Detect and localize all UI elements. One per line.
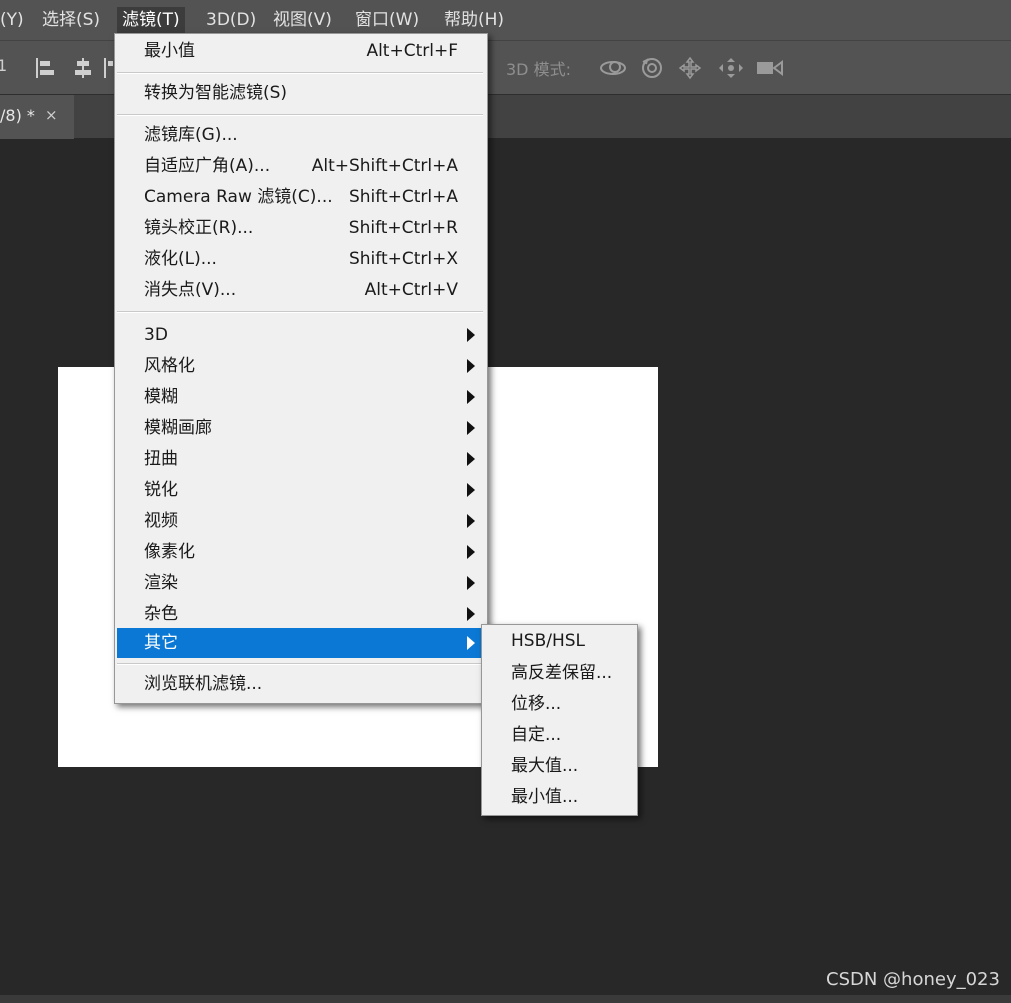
watermark-text: CSDN @honey_023 [826,969,1000,990]
submenu-item-minimum[interactable]: 最小值... [483,782,636,812]
menu-item-label: HSB/HSL [511,631,586,651]
submenu-arrow-icon [467,514,475,528]
document-tab[interactable]: /8) * × [0,95,74,139]
menu-item-label: 镜头校正(R)... [144,218,254,238]
align-partial-icon[interactable] [101,56,113,80]
menu-item-shortcut: Shift+Ctrl+X [348,249,458,269]
menu-item-label: 滤镜库(G)... [144,125,238,145]
menu-item-label: 最小值 [144,41,195,61]
document-tab-label: /8) * [0,106,35,125]
menu-item-label: 位移... [511,694,562,714]
submenu-arrow-icon [467,421,475,435]
menu-item-shortcut: Alt+Ctrl+V [364,280,458,300]
align-horizontal-centers-icon[interactable] [71,56,95,80]
menu-item-blur-gallery[interactable]: 模糊画廊 [117,413,485,443]
menu-select[interactable]: 选择(S) [37,7,105,33]
menu-item-3d[interactable]: 3D [117,320,485,350]
menu-item-label: 自定... [511,725,562,745]
menu-filter[interactable]: 滤镜(T) [117,7,185,33]
menu-item-label: 模糊画廊 [144,418,212,438]
menu-item-label: 扭曲 [144,449,178,469]
menu-item-other[interactable]: 其它 [117,628,485,658]
menu-item-shortcut: Shift+Ctrl+A [348,187,458,207]
align-left-edges-icon[interactable] [33,56,57,80]
menu-help[interactable]: 帮助(H) [439,7,509,33]
other-submenu: HSB/HSL 高反差保留... 位移... 自定... 最大值... 最小值.… [481,624,638,816]
menu-item-convert-smart-filter[interactable]: 转换为智能滤镜(S) [117,78,485,108]
menu-item-video[interactable]: 视频 [117,506,485,536]
menu-item-label: 模糊 [144,387,178,407]
menu-item-shortcut: Alt+Ctrl+F [366,41,458,61]
menu-item-label: 转换为智能滤镜(S) [144,83,288,103]
menu-item-label: 杂色 [144,604,178,624]
menu-item-browse-online-filters[interactable]: 浏览联机滤镜... [117,669,485,699]
submenu-item-hsb-hsl[interactable]: HSB/HSL [483,626,636,656]
menu-item-last-filter[interactable]: 最小值 Alt+Ctrl+F [117,36,485,66]
submenu-arrow-icon [467,390,475,404]
menu-view[interactable]: 视图(V) [268,7,337,33]
menu-item-label: 视频 [144,511,178,531]
options-partial-glyph: 1 [0,56,8,75]
menu-3d[interactable]: 3D(D) [201,7,261,33]
menu-item-label: 其它 [144,633,178,653]
submenu-item-maximum[interactable]: 最大值... [483,751,636,781]
menu-item-render[interactable]: 渲染 [117,568,485,598]
menu-separator [117,663,483,665]
menu-item-adaptive-wide-angle[interactable]: 自适应广角(A)... Alt+Shift+Ctrl+A [117,151,485,181]
menu-item-label: Camera Raw 滤镜(C)... [144,187,333,207]
submenu-arrow-icon [467,545,475,559]
menu-item-camera-raw[interactable]: Camera Raw 滤镜(C)... Shift+Ctrl+A [117,182,485,212]
menu-item-label: 最大值... [511,756,579,776]
menu-item-label: 高反差保留... [511,663,613,683]
menu-item-sharpen[interactable]: 锐化 [117,475,485,505]
menu-separator [117,72,483,74]
menu-item-label: 消失点(V)... [144,280,237,300]
menu-item-shortcut: Shift+Ctrl+R [348,218,458,238]
menu-item-shortcut: Alt+Shift+Ctrl+A [311,156,458,176]
menu-item-label: 3D [144,325,168,345]
menu-item-label: 液化(L)... [144,249,217,269]
menu-item-label: 浏览联机滤镜... [144,674,263,694]
3d-video-camera-icon[interactable] [755,56,785,80]
submenu-arrow-icon [467,328,475,342]
bottom-scroll-strip [0,995,1011,1003]
3d-orbit-icon[interactable] [599,56,629,80]
menu-item-lens-correction[interactable]: 镜头校正(R)... Shift+Ctrl+R [117,213,485,243]
menu-separator [117,114,483,116]
3d-pan-icon[interactable] [678,56,702,80]
submenu-item-high-pass[interactable]: 高反差保留... [483,658,636,688]
menu-item-label: 最小值... [511,787,579,807]
menu-item-label: 风格化 [144,356,195,376]
submenu-arrow-icon [467,452,475,466]
menu-item-distort[interactable]: 扭曲 [117,444,485,474]
submenu-arrow-icon [467,636,475,650]
menu-item-blur[interactable]: 模糊 [117,382,485,412]
submenu-arrow-icon [467,359,475,373]
menu-item-label: 像素化 [144,542,195,562]
submenu-arrow-icon [467,607,475,621]
menu-item-vanishing-point[interactable]: 消失点(V)... Alt+Ctrl+V [117,275,485,305]
submenu-item-offset[interactable]: 位移... [483,689,636,719]
menu-item-noise[interactable]: 杂色 [117,599,485,629]
menu-item-label: 锐化 [144,480,178,500]
menu-separator [117,311,483,313]
close-icon[interactable]: × [45,106,58,124]
menu-item-label: 自适应广角(A)... [144,156,271,176]
3d-slide-icon[interactable] [717,56,745,80]
menu-item-pixelate[interactable]: 像素化 [117,537,485,567]
submenu-item-custom[interactable]: 自定... [483,720,636,750]
menu-item-label: 渲染 [144,573,178,593]
submenu-arrow-icon [467,576,475,590]
menu-item-stylize[interactable]: 风格化 [117,351,485,381]
menu-item-filter-gallery[interactable]: 滤镜库(G)... [117,120,485,150]
filter-menu: 最小值 Alt+Ctrl+F 转换为智能滤镜(S) 滤镜库(G)... 自适应广… [114,33,488,704]
3d-roll-icon[interactable] [640,56,664,80]
menu-select-partial[interactable]: (Y) [0,7,29,33]
menu-window[interactable]: 窗口(W) [350,7,424,33]
submenu-arrow-icon [467,483,475,497]
menu-item-liquify[interactable]: 液化(L)... Shift+Ctrl+X [117,244,485,274]
3d-mode-label: 3D 模式: [506,60,571,79]
